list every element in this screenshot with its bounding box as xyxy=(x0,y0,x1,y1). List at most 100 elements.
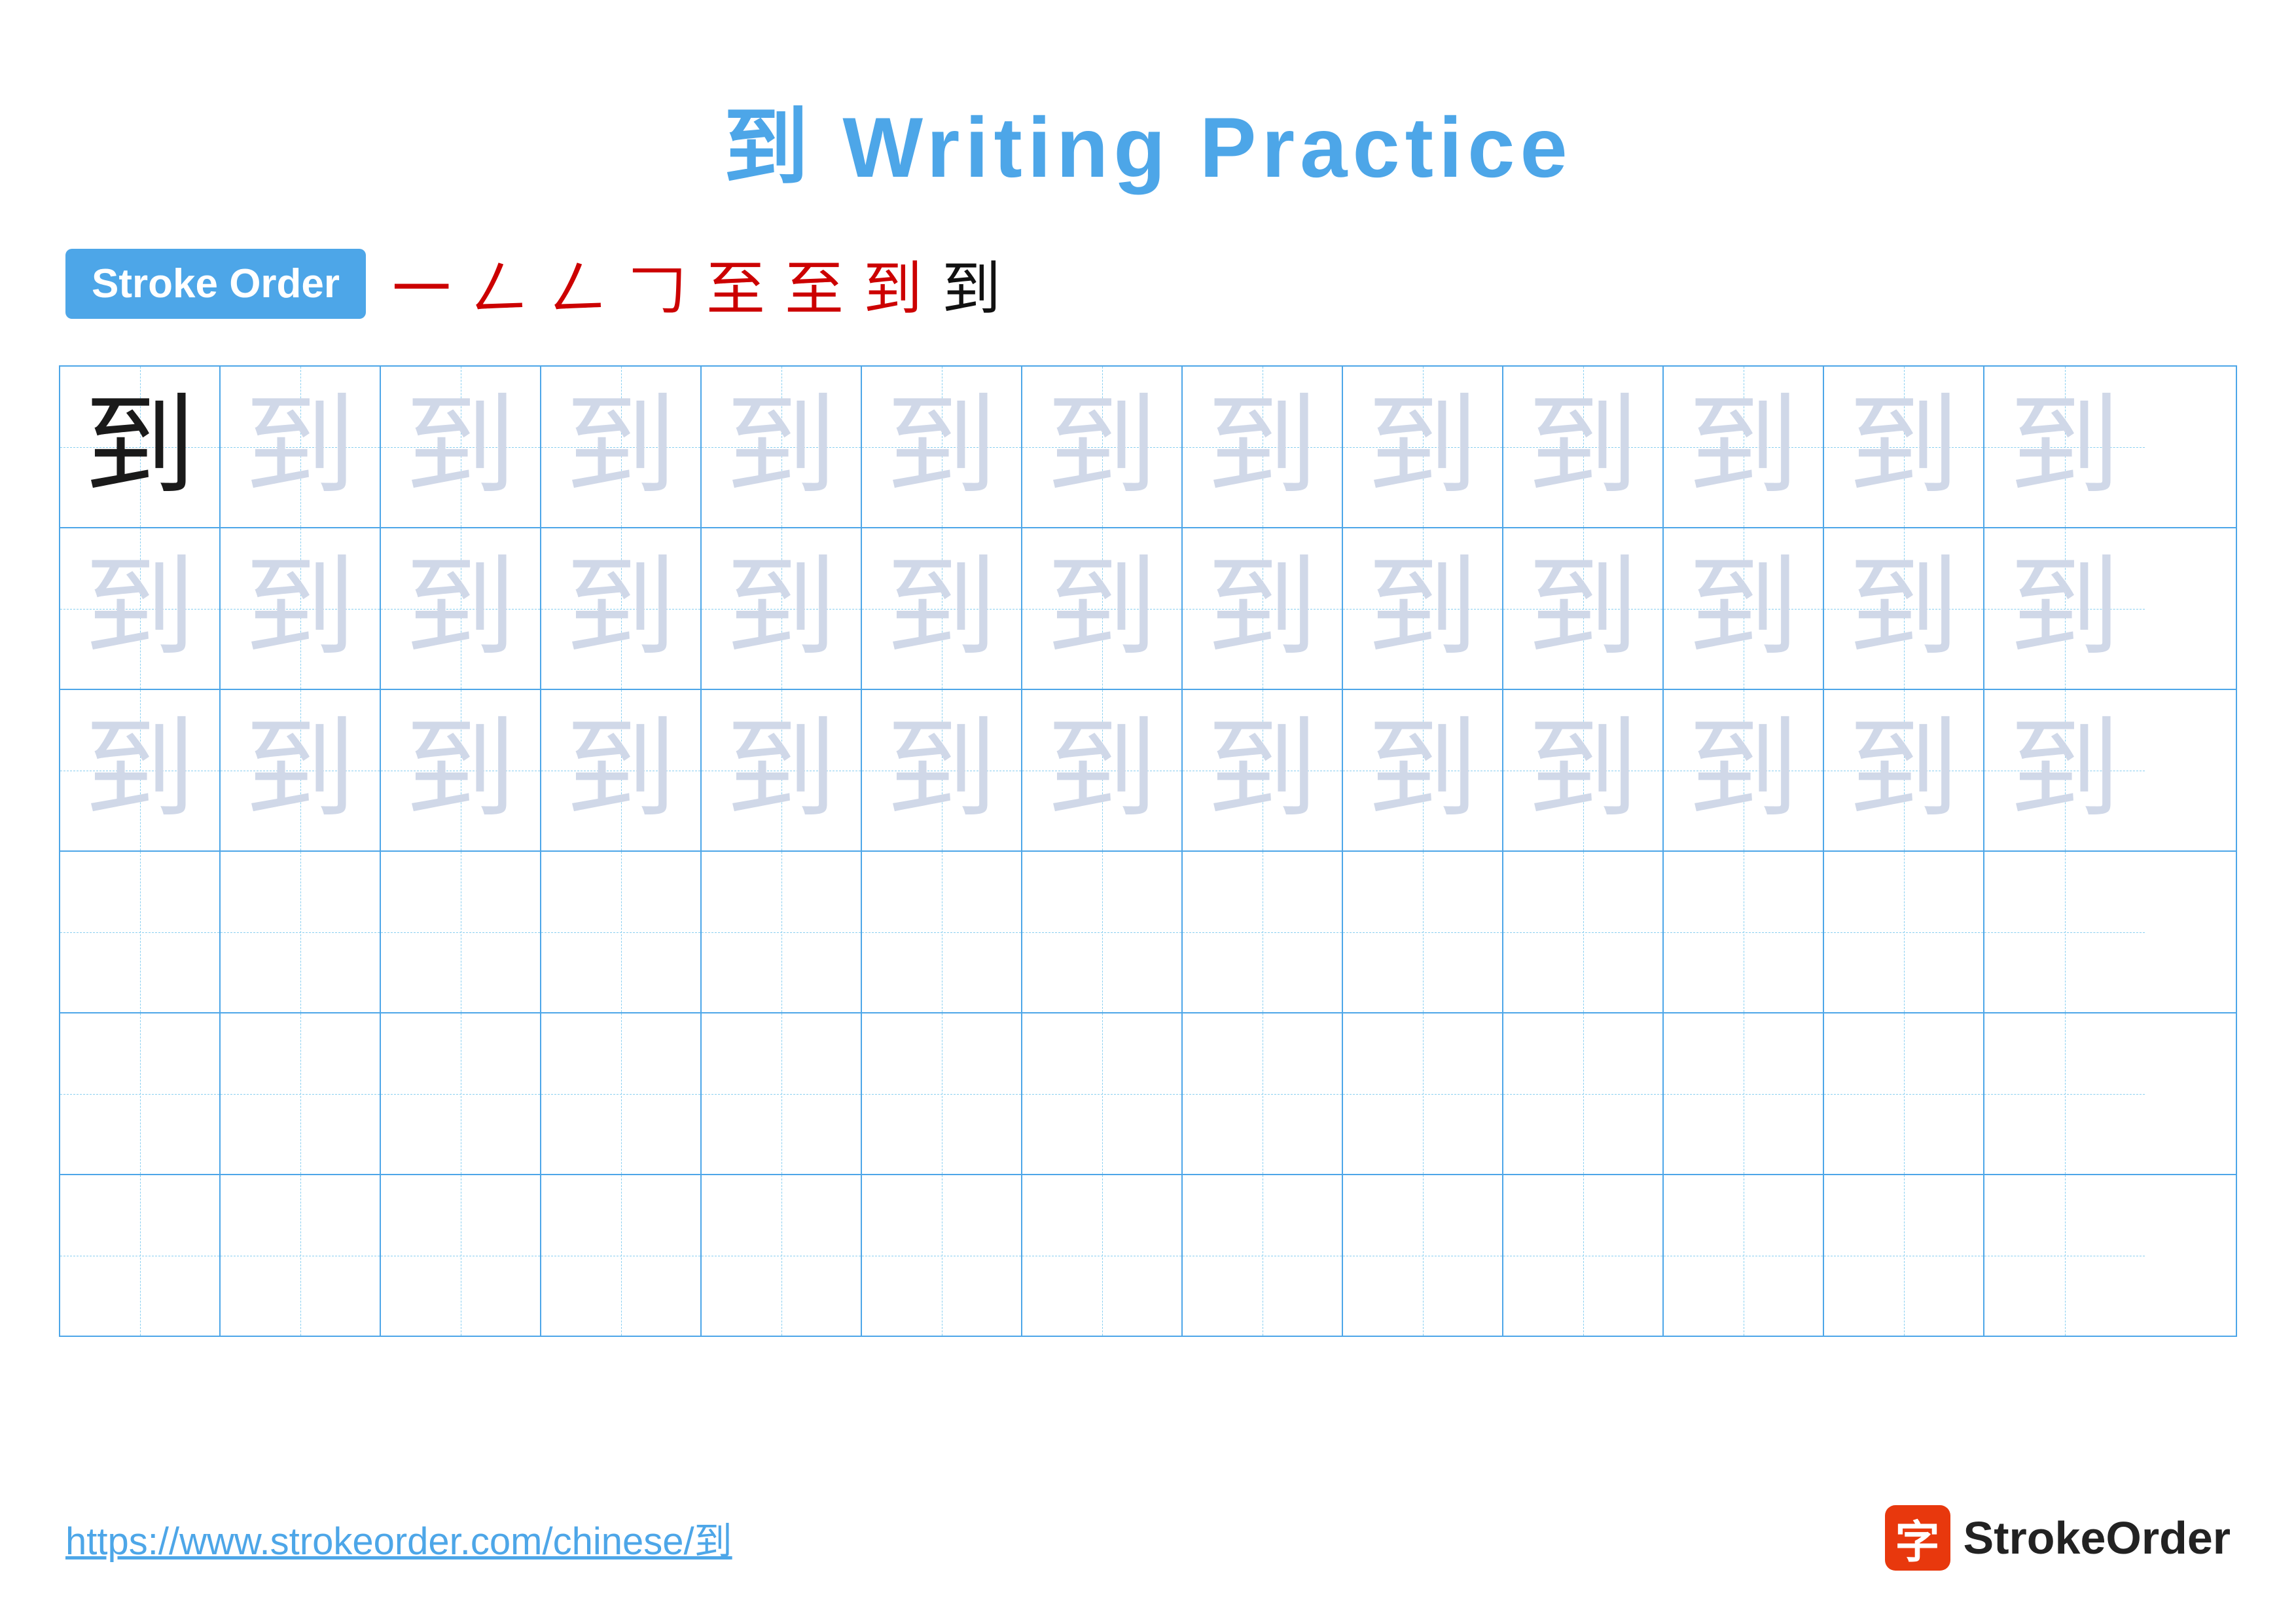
footer-url[interactable]: https://www.strokeorder.com/chinese/到 xyxy=(65,1510,732,1565)
grid-cell-r6c5[interactable] xyxy=(702,1175,862,1336)
grid-cell-r4c7[interactable] xyxy=(1022,852,1183,1012)
logo-label: StrokeOrder xyxy=(1964,1512,2231,1564)
grid-cell-r2c2[interactable]: 到 xyxy=(221,528,381,689)
grid-cell-r4c12[interactable] xyxy=(1824,852,1984,1012)
grid-cell-r2c6[interactable]: 到 xyxy=(862,528,1022,689)
stroke-step-6: 至 xyxy=(785,241,844,326)
char-display: 到 xyxy=(244,715,355,826)
grid-cell-r3c8[interactable]: 到 xyxy=(1183,690,1343,850)
grid-cell-r4c11[interactable] xyxy=(1664,852,1824,1012)
grid-cell-r3c9[interactable]: 到 xyxy=(1343,690,1503,850)
grid-cell-r4c13[interactable] xyxy=(1984,852,2145,1012)
stroke-step-1: 一 xyxy=(392,241,451,326)
grid-cell-r6c2[interactable] xyxy=(221,1175,381,1336)
grid-cell-r3c5[interactable]: 到 xyxy=(702,690,862,850)
grid-cell-r6c10[interactable] xyxy=(1503,1175,1664,1336)
grid-cell-r2c4[interactable]: 到 xyxy=(541,528,702,689)
grid-row-2: 到 到 到 到 到 到 到 到 到 到 到 到 到 xyxy=(60,528,2236,690)
stroke-step-7: 到 xyxy=(863,241,922,326)
grid-cell-r2c1[interactable]: 到 xyxy=(60,528,221,689)
grid-cell-r6c4[interactable] xyxy=(541,1175,702,1336)
grid-cell-r3c13[interactable]: 到 xyxy=(1984,690,2145,850)
grid-cell-r4c5[interactable] xyxy=(702,852,862,1012)
char-display: 到 xyxy=(1848,392,1959,503)
grid-cell-r6c8[interactable] xyxy=(1183,1175,1343,1336)
grid-cell-r6c11[interactable] xyxy=(1664,1175,1824,1336)
grid-cell-r6c6[interactable] xyxy=(862,1175,1022,1336)
grid-cell-r5c3[interactable] xyxy=(381,1013,541,1174)
char-display: 到 xyxy=(84,715,195,826)
grid-cell-r6c1[interactable] xyxy=(60,1175,221,1336)
grid-cell-r3c12[interactable]: 到 xyxy=(1824,690,1984,850)
char-display: 到 xyxy=(244,553,355,665)
footer: https://www.strokeorder.com/chinese/到 字 … xyxy=(65,1505,2231,1571)
grid-cell-r6c13[interactable] xyxy=(1984,1175,2145,1336)
grid-cell-r6c7[interactable] xyxy=(1022,1175,1183,1336)
grid-cell-r4c3[interactable] xyxy=(381,852,541,1012)
char-display: 到 xyxy=(725,553,836,665)
grid-cell-r4c1[interactable] xyxy=(60,852,221,1012)
char-display: 到 xyxy=(725,392,836,503)
grid-cell-r1c13[interactable]: 到 xyxy=(1984,367,2145,527)
grid-cell-r1c1[interactable]: 到 xyxy=(60,367,221,527)
grid-cell-r5c9[interactable] xyxy=(1343,1013,1503,1174)
grid-cell-r2c9[interactable]: 到 xyxy=(1343,528,1503,689)
grid-cell-r1c4[interactable]: 到 xyxy=(541,367,702,527)
char-display: 到 xyxy=(2009,553,2120,665)
grid-cell-r4c6[interactable] xyxy=(862,852,1022,1012)
grid-cell-r4c2[interactable] xyxy=(221,852,381,1012)
grid-cell-r6c3[interactable] xyxy=(381,1175,541,1336)
char-display: 到 xyxy=(886,553,997,665)
stroke-step-5: 至 xyxy=(706,241,765,326)
char-display: 到 xyxy=(1527,553,1638,665)
grid-cell-r4c4[interactable] xyxy=(541,852,702,1012)
grid-cell-r6c12[interactable] xyxy=(1824,1175,1984,1336)
grid-cell-r5c13[interactable] xyxy=(1984,1013,2145,1174)
grid-cell-r5c5[interactable] xyxy=(702,1013,862,1174)
grid-cell-r4c10[interactable] xyxy=(1503,852,1664,1012)
grid-cell-r3c6[interactable]: 到 xyxy=(862,690,1022,850)
logo-char: 字 xyxy=(1895,1506,1940,1571)
grid-cell-r3c4[interactable]: 到 xyxy=(541,690,702,850)
grid-cell-r6c9[interactable] xyxy=(1343,1175,1503,1336)
grid-cell-r1c3[interactable]: 到 xyxy=(381,367,541,527)
grid-cell-r5c1[interactable] xyxy=(60,1013,221,1174)
char-display: 到 xyxy=(84,392,195,503)
grid-cell-r1c7[interactable]: 到 xyxy=(1022,367,1183,527)
grid-cell-r5c4[interactable] xyxy=(541,1013,702,1174)
grid-cell-r1c12[interactable]: 到 xyxy=(1824,367,1984,527)
grid-cell-r3c10[interactable]: 到 xyxy=(1503,690,1664,850)
grid-cell-r2c7[interactable]: 到 xyxy=(1022,528,1183,689)
grid-cell-r2c11[interactable]: 到 xyxy=(1664,528,1824,689)
grid-cell-r1c8[interactable]: 到 xyxy=(1183,367,1343,527)
grid-cell-r1c10[interactable]: 到 xyxy=(1503,367,1664,527)
grid-cell-r2c10[interactable]: 到 xyxy=(1503,528,1664,689)
grid-cell-r5c12[interactable] xyxy=(1824,1013,1984,1174)
grid-cell-r3c3[interactable]: 到 xyxy=(381,690,541,850)
grid-cell-r1c11[interactable]: 到 xyxy=(1664,367,1824,527)
grid-cell-r2c5[interactable]: 到 xyxy=(702,528,862,689)
char-display: 到 xyxy=(725,715,836,826)
grid-cell-r5c8[interactable] xyxy=(1183,1013,1343,1174)
grid-cell-r3c1[interactable]: 到 xyxy=(60,690,221,850)
grid-cell-r3c7[interactable]: 到 xyxy=(1022,690,1183,850)
grid-cell-r5c10[interactable] xyxy=(1503,1013,1664,1174)
grid-cell-r3c11[interactable]: 到 xyxy=(1664,690,1824,850)
grid-cell-r1c6[interactable]: 到 xyxy=(862,367,1022,527)
grid-cell-r5c6[interactable] xyxy=(862,1013,1022,1174)
char-display: 到 xyxy=(1367,715,1478,826)
grid-cell-r5c11[interactable] xyxy=(1664,1013,1824,1174)
grid-cell-r5c2[interactable] xyxy=(221,1013,381,1174)
grid-cell-r2c3[interactable]: 到 xyxy=(381,528,541,689)
char-display: 到 xyxy=(404,715,516,826)
grid-cell-r1c5[interactable]: 到 xyxy=(702,367,862,527)
grid-cell-r4c8[interactable] xyxy=(1183,852,1343,1012)
grid-cell-r2c12[interactable]: 到 xyxy=(1824,528,1984,689)
grid-cell-r2c8[interactable]: 到 xyxy=(1183,528,1343,689)
grid-cell-r3c2[interactable]: 到 xyxy=(221,690,381,850)
grid-cell-r5c7[interactable] xyxy=(1022,1013,1183,1174)
grid-cell-r1c9[interactable]: 到 xyxy=(1343,367,1503,527)
grid-cell-r1c2[interactable]: 到 xyxy=(221,367,381,527)
grid-cell-r4c9[interactable] xyxy=(1343,852,1503,1012)
grid-cell-r2c13[interactable]: 到 xyxy=(1984,528,2145,689)
